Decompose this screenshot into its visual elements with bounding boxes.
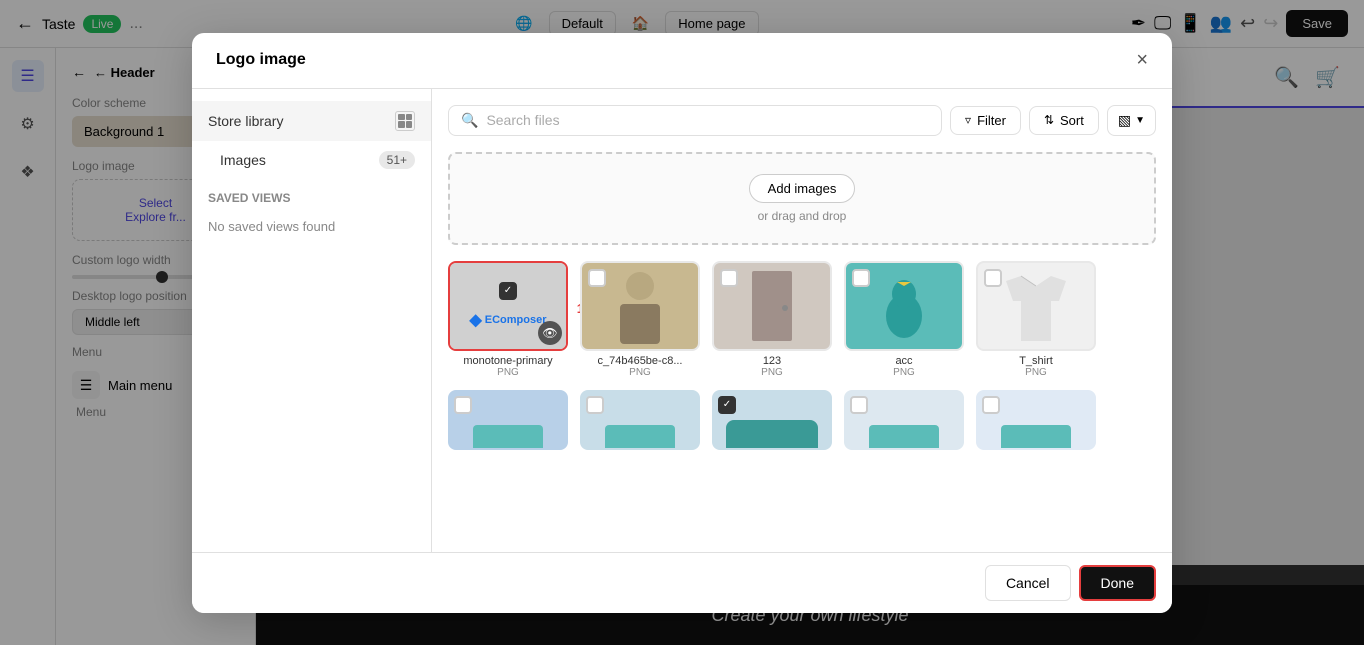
image-item-2[interactable]: c_74b465be-c8... PNG (580, 261, 700, 378)
no-saved-views: No saved views found (192, 211, 431, 242)
bottom-checkbox-3[interactable]: ✓ (718, 396, 736, 414)
img-checkbox-5[interactable] (984, 269, 1002, 287)
image-type-2: PNG (580, 367, 700, 378)
image-thumb-2 (580, 261, 700, 351)
bottom-checkbox-1[interactable] (454, 396, 472, 414)
image-label-1: monotone-primary (448, 355, 568, 367)
image-thumb-5 (976, 261, 1096, 351)
bottom-image-2[interactable] (580, 390, 700, 450)
modal-body: Store library Images 51+ Saved Views No … (192, 89, 1172, 552)
logo-image-modal: Logo image × Store library Images 51+ Sa… (192, 33, 1172, 613)
image-item-1[interactable]: ✓ ◆ EComposer 👁 monotone-primary (448, 261, 568, 378)
image-item-4[interactable]: acc PNG (844, 261, 964, 378)
image-item-5[interactable]: T_shirt PNG (976, 261, 1096, 378)
search-input[interactable] (486, 112, 929, 128)
modal-footer: Cancel Done (192, 552, 1172, 613)
dropdown-icon: ▼ (1135, 115, 1145, 126)
grid-view-button[interactable]: ▧ ▼ (1107, 105, 1156, 136)
image-thumb-1: ✓ ◆ EComposer 👁 (448, 261, 568, 351)
store-library-label: Store library (208, 113, 283, 129)
img-checkbox-3[interactable] (720, 269, 738, 287)
modal-main-content: 🔍 ▿ Filter ⇅ Sort ▧ ▼ (432, 89, 1172, 552)
bottom-checkbox-5[interactable] (982, 396, 1000, 414)
image-type-3: PNG (712, 367, 832, 378)
bottom-thumb-4 (844, 390, 964, 450)
modal-header: Logo image × (192, 33, 1172, 89)
image-label-4: acc (844, 355, 964, 367)
search-icon: 🔍 (461, 112, 478, 129)
image-label-3: 123 (712, 355, 832, 367)
modal-sidebar: Store library Images 51+ Saved Views No … (192, 89, 432, 552)
bottom-thumb-2 (580, 390, 700, 450)
image-thumb-3 (712, 261, 832, 351)
add-images-button[interactable]: Add images (749, 174, 856, 203)
image-type-4: PNG (844, 367, 964, 378)
ecomposer-logo: ◆ EComposer (469, 310, 546, 330)
bottom-checkbox-2[interactable] (586, 396, 604, 414)
images-count-badge: 51+ (379, 151, 415, 169)
bottom-shape-3 (726, 420, 819, 448)
drag-drop-text: or drag and drop (470, 209, 1134, 223)
eye-icon-1[interactable]: 👁 (538, 321, 562, 345)
image-type-5: PNG (976, 367, 1096, 378)
bottom-thumb-5 (976, 390, 1096, 450)
images-label: Images (220, 152, 266, 168)
bottom-shape-2 (605, 425, 675, 447)
bottom-shape-4 (869, 425, 939, 447)
img-checkbox-4[interactable] (852, 269, 870, 287)
image-label-5: T_shirt (976, 355, 1096, 367)
modal-title: Logo image (216, 51, 306, 69)
bottom-image-4[interactable] (844, 390, 964, 450)
img-checkbox-1[interactable]: ✓ (499, 282, 517, 300)
filter-label: Filter (977, 113, 1006, 128)
sidebar-images[interactable]: Images 51+ (192, 141, 431, 179)
images-grid: ✓ ◆ EComposer 👁 monotone-primary (448, 261, 1156, 378)
saved-views-section: Saved Views (192, 179, 431, 211)
cancel-button[interactable]: Cancel (985, 565, 1071, 601)
modal-close-button[interactable]: × (1136, 49, 1148, 72)
filter-icon: ▿ (965, 113, 971, 127)
upload-area: Add images or drag and drop (448, 152, 1156, 245)
bottom-image-5[interactable] (976, 390, 1096, 450)
bottom-image-1[interactable] (448, 390, 568, 450)
grid-icon (395, 111, 415, 131)
bottom-checkbox-4[interactable] (850, 396, 868, 414)
image-type-1: PNG (448, 367, 568, 378)
img-checkbox-2[interactable] (588, 269, 606, 287)
image-thumb-4 (844, 261, 964, 351)
image-item-3[interactable]: 123 PNG (712, 261, 832, 378)
filter-button[interactable]: ▿ Filter (950, 106, 1021, 135)
sidebar-store-library[interactable]: Store library (192, 101, 431, 141)
bottom-thumb-1 (448, 390, 568, 450)
sort-label: Sort (1060, 113, 1084, 128)
modal-overlay: Logo image × Store library Images 51+ Sa… (0, 0, 1364, 645)
saved-views-label: Saved Views (208, 191, 290, 205)
sort-button[interactable]: ⇅ Sort (1029, 106, 1099, 135)
bottom-shape-1 (473, 425, 543, 447)
grid-icon-btn: ▧ (1118, 112, 1131, 129)
modal-toolbar: 🔍 ▿ Filter ⇅ Sort ▧ ▼ (448, 105, 1156, 136)
done-button[interactable]: Done (1079, 565, 1156, 601)
search-box: 🔍 (448, 105, 942, 136)
bottom-thumb-3: ✓ (712, 390, 832, 450)
bottom-image-3[interactable]: ✓ (712, 390, 832, 450)
bottom-shape-5 (1001, 425, 1071, 447)
sort-icon: ⇅ (1044, 113, 1054, 127)
bottom-images-grid: ✓ (448, 390, 1156, 450)
image-label-2: c_74b465be-c8... (580, 355, 700, 367)
images-scroll-area: ✓ ◆ EComposer 👁 monotone-primary (448, 261, 1156, 536)
